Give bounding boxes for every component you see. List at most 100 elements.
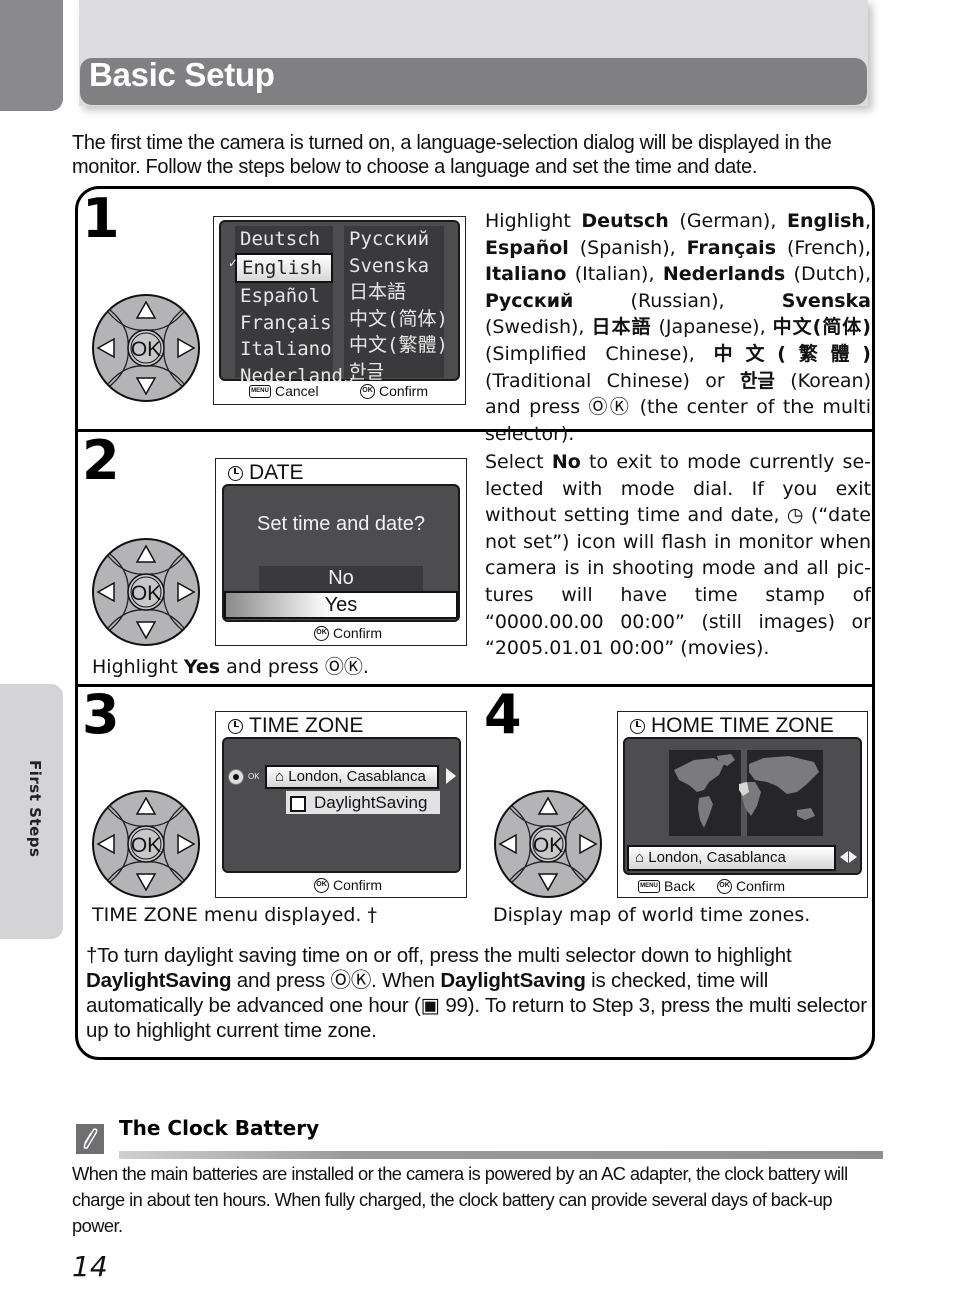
language-option-selected[interactable]: English bbox=[235, 252, 333, 283]
confirm-label: Confirm bbox=[333, 877, 383, 893]
footnote: †To turn daylight saving time on or off,… bbox=[86, 944, 867, 1042]
home-icon: ⌂ bbox=[275, 768, 285, 785]
step-3-caption: TIME ZONE menu displayed. † bbox=[92, 904, 377, 926]
time-zone-screen: TIME ZONE OK ⌂ London, Casablanca Daylig… bbox=[215, 711, 467, 898]
confirm-label: Confirm bbox=[333, 625, 383, 641]
screen-title-text: TIME ZONE bbox=[249, 714, 364, 737]
footer-confirm: OK Confirm bbox=[314, 877, 382, 893]
checkbox-label: DaylightSaving bbox=[314, 793, 428, 812]
bold-term: Yes bbox=[183, 656, 221, 678]
lcd-panel: ⌂ London, Casablanca bbox=[623, 737, 862, 875]
language-screen: Deutsch English Español Français Italiano Ned… bbox=[213, 216, 466, 405]
language-option[interactable]: Español bbox=[235, 283, 333, 310]
multi-selector-icon: OK bbox=[494, 790, 602, 898]
world-map bbox=[669, 750, 823, 836]
language-option[interactable]: Deutsch bbox=[235, 226, 333, 253]
note-title: The Clock Battery bbox=[119, 1116, 320, 1140]
lcd-panel: Deutsch English Español Français Italiano Ned… bbox=[219, 220, 460, 387]
step-number: 3 bbox=[82, 683, 120, 746]
footer-confirm: OK Confirm bbox=[314, 625, 382, 641]
daylight-saving-option[interactable]: DaylightSaving bbox=[286, 791, 440, 814]
right-arrow-icon[interactable] bbox=[849, 851, 857, 863]
language-option[interactable]: 한글 bbox=[344, 359, 444, 386]
screen-title-text: HOME TIME ZONE bbox=[651, 714, 834, 737]
step-number: 2 bbox=[82, 429, 120, 492]
right-arrow-icon[interactable] bbox=[446, 768, 456, 784]
ok-center-label: OK bbox=[533, 834, 563, 857]
bold-term: Français bbox=[686, 236, 776, 259]
checkbox[interactable] bbox=[290, 795, 306, 812]
step-1-description: Highlight Deutsch (German), English, Esp… bbox=[485, 210, 872, 445]
screen-title: DATE bbox=[228, 461, 303, 485]
screen-title: TIME ZONE bbox=[228, 714, 363, 738]
zone-label: London, Casablanca bbox=[648, 849, 786, 866]
bold-term: English bbox=[786, 210, 865, 232]
date-prompt: Set time and date? bbox=[257, 513, 425, 535]
screen-title: HOME TIME ZONE bbox=[630, 714, 834, 738]
bold-term: Deutsch bbox=[581, 210, 669, 232]
bold-term: 한글 bbox=[740, 369, 775, 392]
language-column-left: Deutsch English Español Français Italiano Ned… bbox=[235, 226, 354, 387]
ok-button-icon: OK bbox=[314, 625, 329, 641]
footer-back: MENU Back bbox=[638, 878, 695, 894]
language-option[interactable]: Русский bbox=[344, 226, 444, 253]
bold-term: Nederlands bbox=[662, 263, 786, 286]
bold-term: Svenska bbox=[781, 289, 871, 312]
step-number: 4 bbox=[484, 683, 522, 746]
lcd-panel: OK ⌂ London, Casablanca DaylightSaving bbox=[222, 737, 461, 873]
screen-title-text: DATE bbox=[249, 461, 304, 484]
intro-paragraph: The first time the camera is turned on, … bbox=[72, 132, 832, 178]
bold-term: 中文(繁體) bbox=[713, 342, 871, 365]
ok-button-icon: OK bbox=[717, 878, 732, 894]
left-arrow-icon[interactable] bbox=[840, 851, 848, 863]
language-option[interactable]: 中文(繁體) bbox=[344, 332, 448, 359]
clock-icon bbox=[228, 718, 243, 734]
multi-selector-icon: OK bbox=[92, 790, 200, 898]
confirm-label: Confirm bbox=[736, 878, 786, 894]
step-number: 1 bbox=[82, 187, 120, 250]
checkmark-icon: ✓ bbox=[228, 256, 239, 270]
page-number: 14 bbox=[72, 1250, 108, 1283]
language-option[interactable]: Français bbox=[235, 310, 333, 337]
language-option[interactable]: Italiano bbox=[235, 336, 333, 363]
lcd-panel: Set time and date? No Yes bbox=[222, 484, 460, 622]
bold-term: 中文(简体) bbox=[772, 316, 871, 339]
chapter-tab-top bbox=[0, 0, 63, 111]
time-zone-field[interactable]: ⌂ London, Casablanca bbox=[265, 765, 439, 789]
menu-button-icon: MENU bbox=[249, 384, 271, 398]
home-zone-field[interactable]: ⌂ London, Casablanca bbox=[627, 845, 836, 871]
menu-button-icon: MENU bbox=[638, 879, 660, 893]
option-no[interactable]: No bbox=[259, 566, 423, 591]
note-body: When the main batteries are installed or… bbox=[72, 1163, 848, 1236]
option-yes-selected[interactable]: Yes bbox=[224, 591, 458, 619]
pencil-note-icon bbox=[76, 1124, 104, 1154]
bold-term: No bbox=[551, 451, 581, 473]
cancel-label: Cancel bbox=[275, 383, 319, 399]
step-2-description: Select No to exit to mode currently se­l… bbox=[485, 451, 872, 660]
language-option[interactable]: 中文(简体) bbox=[344, 306, 448, 333]
bold-term: Русский bbox=[485, 289, 574, 312]
multi-selector-small-icon bbox=[228, 769, 244, 785]
bold-term: Italiano bbox=[485, 263, 567, 286]
confirm-label: Confirm bbox=[379, 383, 429, 399]
bold-term: DaylightSaving bbox=[86, 969, 232, 992]
language-column-right: Русский Svenska 日本語 中文(简体) 中文(繁體) 한글 bbox=[344, 226, 448, 383]
ok-small-label: OK bbox=[248, 772, 260, 781]
bold-term: Español bbox=[485, 236, 569, 259]
home-icon: ⌂ bbox=[635, 849, 645, 866]
step-2-caption: Highlight Yes and press ⓄⓀ. bbox=[92, 656, 369, 678]
footer-cancel: MENU Cancel bbox=[249, 383, 319, 399]
zone-label: London, Casablanca bbox=[288, 768, 426, 785]
home-time-zone-screen: HOME TIME ZONE ⌂ London, Casablanca MENU… bbox=[617, 711, 868, 898]
step-4-caption: Display map of world time zones. bbox=[493, 904, 811, 926]
date-screen: DATE Set time and date? No Yes OK Confir… bbox=[215, 458, 467, 646]
clock-icon bbox=[228, 465, 243, 481]
clock-icon bbox=[630, 718, 645, 734]
language-option[interactable]: 日本語 bbox=[344, 279, 444, 306]
bold-term: DaylightSaving bbox=[440, 969, 586, 992]
ok-button-icon: OK bbox=[314, 877, 329, 893]
language-option[interactable]: Svenska bbox=[344, 253, 444, 280]
note-rule bbox=[119, 1151, 883, 1159]
bold-term: 日本語 bbox=[591, 316, 652, 339]
chapter-tab-label: First Steps bbox=[26, 760, 44, 858]
